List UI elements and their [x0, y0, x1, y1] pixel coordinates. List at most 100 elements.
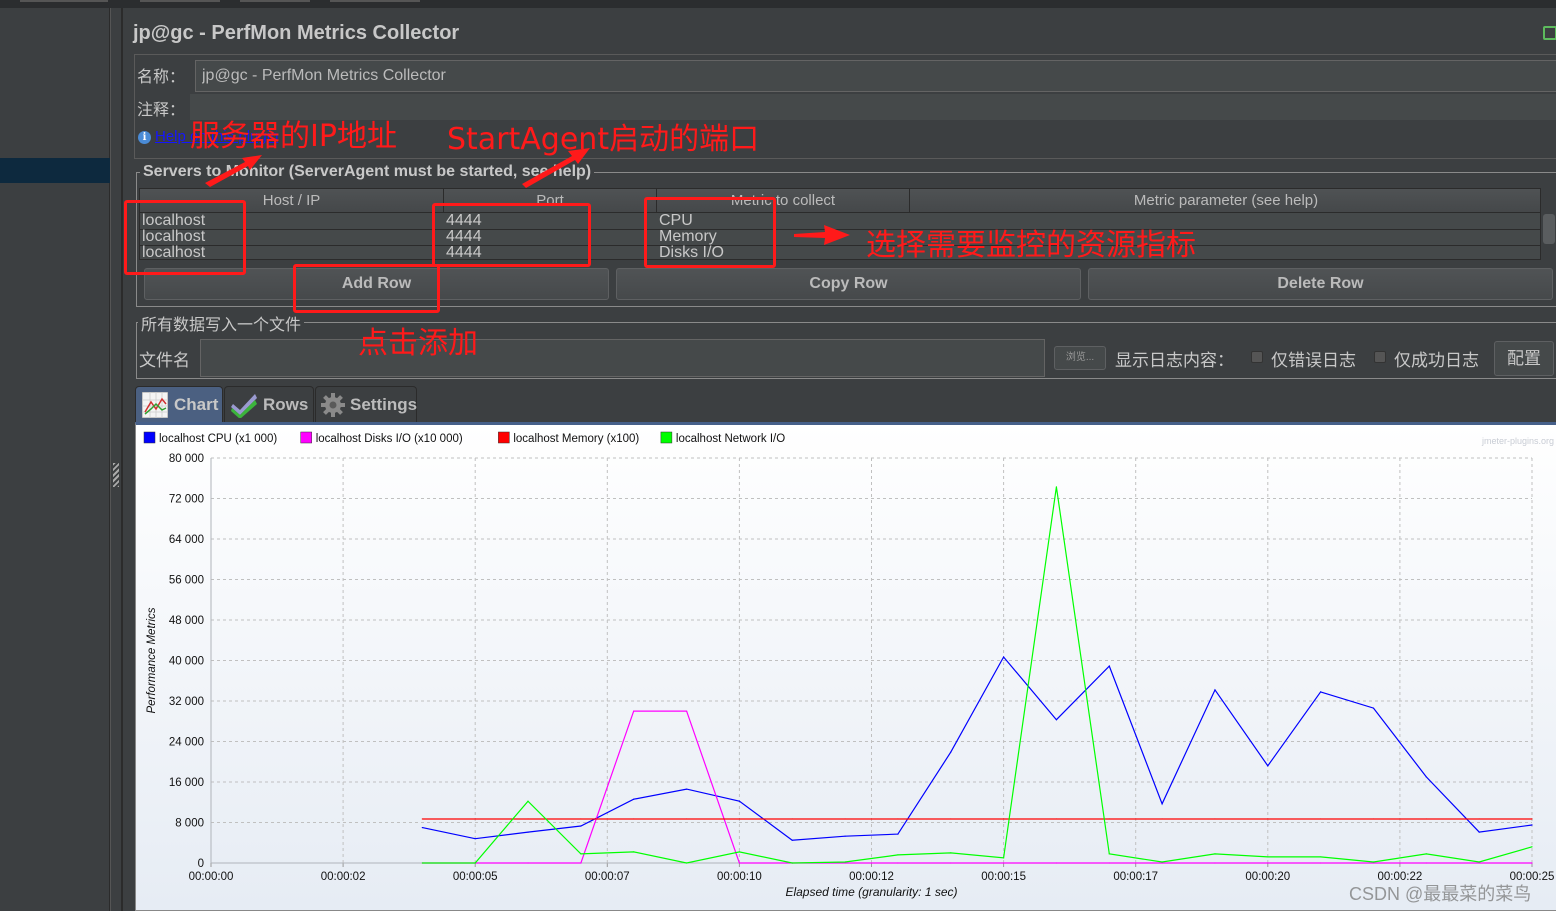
- y-tick-label: 80 000: [169, 453, 204, 465]
- series-line-1: [422, 710, 1532, 864]
- data-point: [1425, 776, 1427, 778]
- data-point: [527, 831, 529, 833]
- y-tick-label: 64 000: [169, 534, 204, 546]
- table-scrollbar[interactable]: [1543, 214, 1555, 244]
- errors-only-checkbox[interactable]: [1251, 351, 1263, 363]
- data-point: [1108, 818, 1110, 820]
- checkmark-icon: [231, 394, 257, 418]
- data-point: [1320, 862, 1322, 864]
- column-header-param[interactable]: Metric parameter (see help): [910, 189, 1540, 213]
- filename-label: 文件名: [139, 351, 190, 370]
- data-point: [1531, 824, 1533, 826]
- highlight-port: [432, 203, 591, 267]
- table-row[interactable]: localhost 4444 Disks I/O: [140, 244, 1540, 259]
- data-point: [950, 818, 952, 820]
- data-point: [950, 751, 952, 753]
- test-plan-tree[interactable]: [0, 8, 110, 911]
- x-tick-label: 00:00:07: [585, 871, 630, 883]
- success-only-checkbox[interactable]: [1374, 351, 1386, 363]
- tab-chart[interactable]: Chart: [135, 386, 223, 422]
- data-point: [897, 862, 899, 864]
- x-axis-label: Elapsed time (granularity: 1 sec): [785, 885, 957, 899]
- data-point: [1003, 818, 1005, 820]
- data-point: [1478, 861, 1480, 863]
- data-point: [1320, 818, 1322, 820]
- config-button[interactable]: 配置: [1494, 341, 1554, 376]
- errors-only-label[interactable]: 仅错误日志: [1271, 346, 1356, 371]
- filename-input[interactable]: [200, 339, 1045, 377]
- data-point: [1161, 818, 1163, 820]
- info-icon: i: [138, 131, 151, 144]
- data-point: [1425, 862, 1427, 864]
- legend-label: localhost Disks I/O (x10 000): [316, 433, 463, 445]
- data-point: [474, 818, 476, 820]
- data-point: [1108, 853, 1110, 855]
- x-tick-label: 00:00:05: [453, 871, 498, 883]
- data-point: [1531, 862, 1533, 864]
- data-point: [1267, 765, 1269, 767]
- top-tab-strip: [0, 0, 1556, 8]
- data-point: [950, 852, 952, 854]
- x-tick-label: 00:00:20: [1245, 871, 1290, 883]
- data-point: [580, 825, 582, 827]
- data-point: [1320, 856, 1322, 858]
- annotation-server-ip: 服务器的IP地址: [190, 119, 397, 154]
- name-input[interactable]: [195, 60, 1556, 92]
- data-point: [1055, 719, 1058, 721]
- data-point: [897, 854, 899, 856]
- data-point: [897, 818, 899, 820]
- data-point: [1425, 818, 1427, 820]
- browse-button[interactable]: 浏览...: [1054, 346, 1106, 370]
- data-point: [1478, 831, 1480, 833]
- data-point: [685, 710, 688, 712]
- tree-selected-row[interactable]: [0, 158, 110, 183]
- data-point: [1267, 856, 1269, 858]
- gear-icon: [321, 393, 345, 417]
- tab-stub: [20, 0, 108, 2]
- data-point: [1214, 818, 1216, 820]
- chart-panel: jmeter-plugins.org localhost CPU (x1 000)…: [135, 422, 1556, 911]
- chart-brand: jmeter-plugins.org: [1481, 436, 1554, 446]
- splitter-grip-icon[interactable]: [113, 463, 119, 487]
- data-point: [791, 839, 793, 841]
- data-point: [1003, 862, 1005, 864]
- page-title: jp@gc - PerfMon Metrics Collector: [133, 22, 460, 44]
- tab-stub: [240, 0, 310, 2]
- panel-splitter[interactable]: [110, 8, 122, 911]
- copy-row-button[interactable]: Copy Row: [616, 268, 1081, 300]
- success-only-label[interactable]: 仅成功日志: [1394, 346, 1479, 371]
- y-tick-label: 72 000: [169, 494, 204, 506]
- data-point: [1372, 707, 1375, 709]
- data-point: [1320, 691, 1322, 693]
- tab-rows-label: Rows: [263, 395, 309, 414]
- tab-rows[interactable]: Rows: [224, 386, 314, 422]
- data-point: [1214, 862, 1216, 864]
- x-tick-label: 00:00:17: [1113, 871, 1158, 883]
- x-tick-label: 00:00:15: [981, 871, 1026, 883]
- data-point: [1161, 803, 1163, 805]
- data-point: [633, 798, 635, 800]
- perfmon-chart: jmeter-plugins.org localhost CPU (x1 000)…: [143, 431, 1554, 899]
- data-point: [1267, 862, 1269, 864]
- servers-legend: Servers to Monitor (ServerAgent must be …: [140, 163, 595, 181]
- expand-icon[interactable]: [1543, 26, 1556, 40]
- data-point: [685, 862, 688, 864]
- data-point: [421, 826, 423, 829]
- data-point: [474, 862, 476, 864]
- y-axis-label: Performance Metrics: [146, 607, 158, 713]
- data-point: [421, 818, 423, 820]
- x-tick-label: 00:00:12: [849, 871, 894, 883]
- data-point: [1372, 818, 1375, 820]
- data-point: [1161, 861, 1163, 863]
- data-point: [633, 818, 635, 820]
- comment-label: 注释：: [137, 102, 186, 119]
- annotation-click-add: 点击添加: [358, 326, 478, 361]
- data-point: [1003, 857, 1005, 859]
- data-point: [527, 862, 529, 864]
- data-point: [1055, 486, 1058, 488]
- data-point: [633, 851, 635, 853]
- data-point: [474, 838, 476, 840]
- tab-stub: [140, 0, 220, 2]
- tab-settings[interactable]: Settings: [315, 386, 417, 422]
- delete-row-button[interactable]: Delete Row: [1088, 268, 1553, 300]
